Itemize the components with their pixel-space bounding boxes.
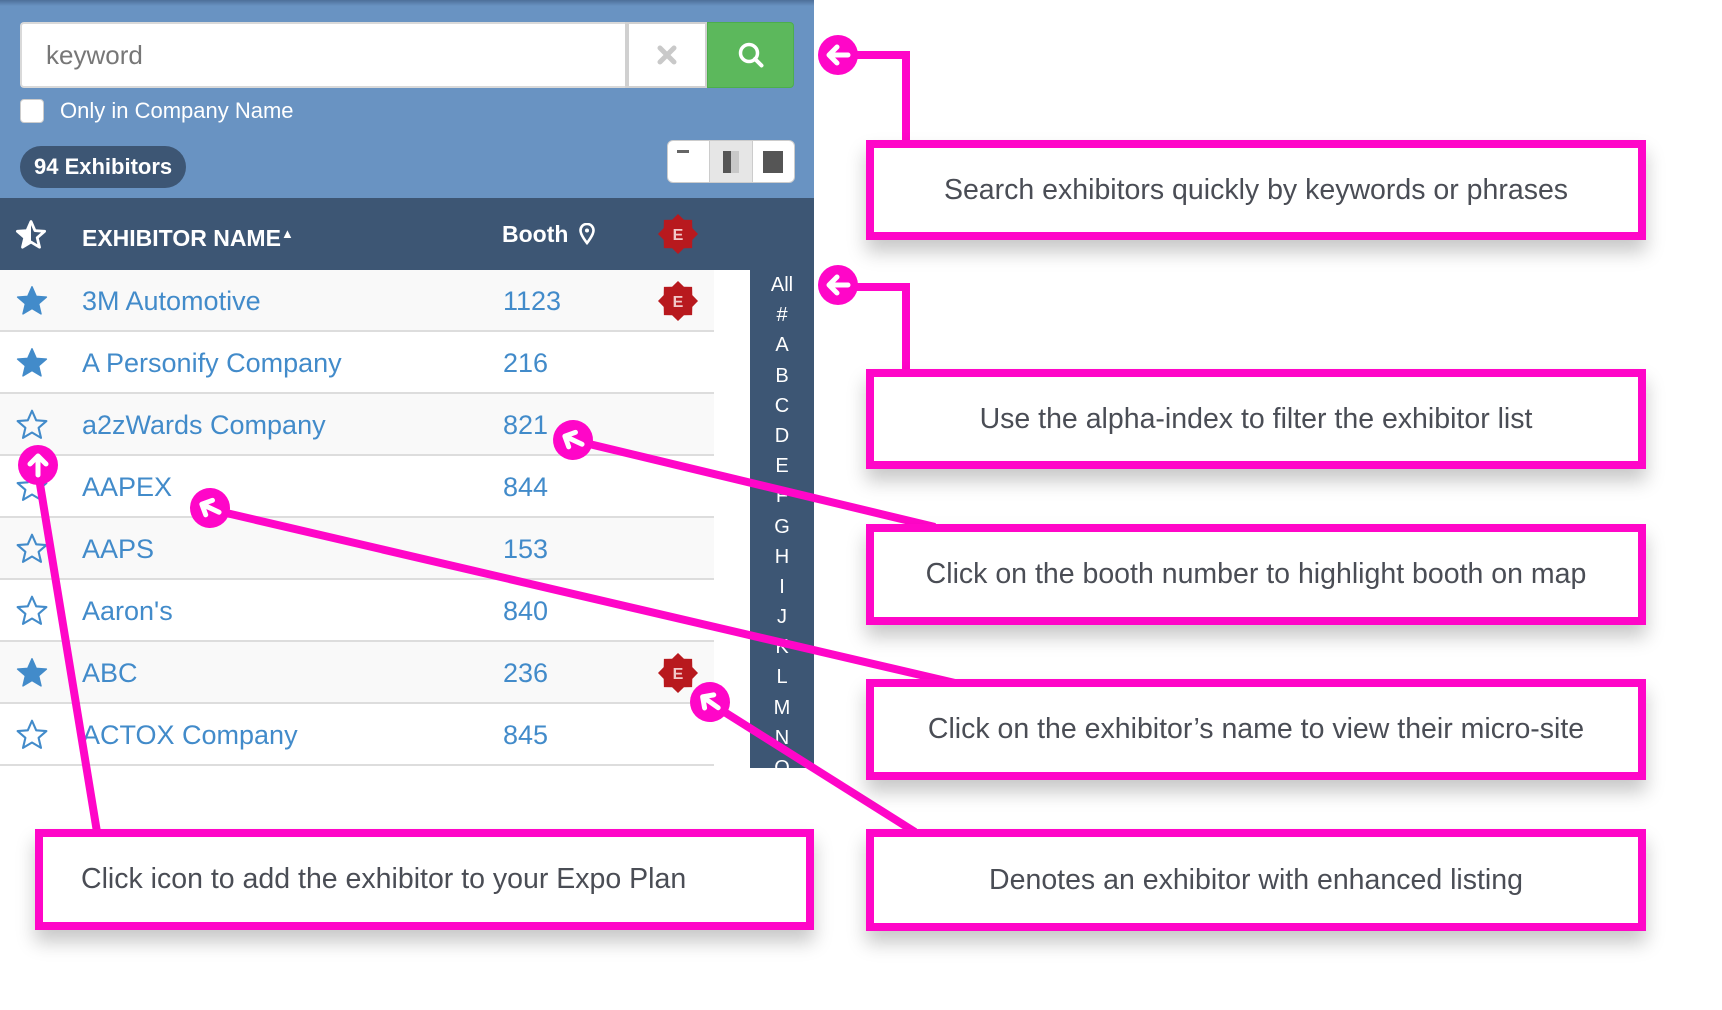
map-view-icon: [763, 150, 784, 173]
only-company-name-option[interactable]: Only in Company Name: [20, 98, 294, 124]
alpha-index-item[interactable]: #: [750, 300, 814, 330]
search-callout: Search exhibitors quickly by keywords or…: [866, 140, 1646, 240]
exhibitor-name-link[interactable]: AAPEX: [82, 456, 172, 518]
enhanced-listing-badge-icon: E: [658, 281, 698, 326]
booth-number-link[interactable]: 844: [503, 456, 548, 518]
exhibitor-row: a2zWards Company 821: [0, 394, 714, 456]
star-filled-icon[interactable]: [14, 655, 50, 696]
search-icon: [738, 42, 763, 68]
alpha-index-item[interactable]: E: [750, 451, 814, 481]
enhanced-callout: Denotes an exhibitor with enhanced listi…: [866, 829, 1646, 931]
alpha-index-item[interactable]: O: [750, 753, 814, 768]
alpha-index-item[interactable]: A: [750, 330, 814, 360]
star-outline-icon[interactable]: [14, 717, 50, 758]
star-outline-icon[interactable]: [14, 407, 50, 448]
alpha-index-item[interactable]: F: [750, 481, 814, 511]
exhibitor-row: ABC 236 E: [0, 642, 714, 704]
list-view-button[interactable]: [668, 141, 711, 182]
svg-text:E: E: [673, 227, 684, 244]
alpha-index-item[interactable]: All: [750, 270, 814, 300]
booth-number-link[interactable]: 236: [503, 642, 548, 704]
view-toggle: [667, 140, 795, 183]
star-filled-icon[interactable]: [14, 345, 50, 386]
alpha-index-item[interactable]: D: [750, 421, 814, 451]
booth-callout: Click on the booth number to highlight b…: [866, 524, 1646, 625]
only-company-name-checkbox[interactable]: [20, 99, 44, 123]
favorite-callout: Click icon to add the exhibitor to your …: [35, 829, 814, 930]
enhanced-listing-badge-icon: E: [658, 653, 698, 698]
alpha-index-item[interactable]: M: [750, 693, 814, 723]
booth-number-link[interactable]: 153: [503, 518, 548, 580]
booth-number-link[interactable]: 845: [503, 704, 548, 766]
sort-ascending-icon: ▲: [280, 226, 294, 241]
name-callout: Click on the exhibitor’s name to view th…: [866, 679, 1646, 780]
map-view-button[interactable]: [753, 141, 794, 182]
search-button[interactable]: [707, 22, 794, 88]
alpha-index-item[interactable]: K: [750, 632, 814, 662]
enhanced-listing-column-badge-icon: E: [658, 214, 698, 259]
svg-text:E: E: [673, 294, 684, 311]
exhibitor-name-link[interactable]: a2zWards Company: [82, 394, 326, 456]
booth-number-link[interactable]: 840: [503, 580, 548, 642]
close-icon: [657, 45, 677, 65]
alpha-index-item[interactable]: J: [750, 602, 814, 632]
star-outline-icon[interactable]: [14, 531, 50, 572]
booth-label: Booth: [502, 221, 569, 247]
list-view-icon: [676, 149, 689, 153]
exhibitor-name-link[interactable]: AAPS: [82, 518, 154, 580]
alpha-index-item[interactable]: L: [750, 662, 814, 692]
alpha-index-item[interactable]: C: [750, 391, 814, 421]
alpha-index-item[interactable]: N: [750, 723, 814, 753]
alpha-index-item[interactable]: H: [750, 542, 814, 572]
clear-search-button[interactable]: [625, 22, 707, 88]
favorite-column-star-icon[interactable]: [14, 218, 48, 257]
alpha-index-item[interactable]: B: [750, 361, 814, 391]
star-outline-icon[interactable]: [14, 469, 50, 510]
keyword-search-input[interactable]: [20, 22, 625, 88]
alpha-index: All # A B C D E F G H I J K L M N O: [750, 270, 814, 768]
exhibitor-row: AAPS 153: [0, 518, 714, 580]
alpha-index-item[interactable]: G: [750, 512, 814, 542]
exhibitor-row: 3M Automotive 1123 E: [0, 270, 714, 332]
exhibitor-row: ACTOX Company 845: [0, 704, 714, 766]
alpha-index-callout: Use the alpha-index to filter the exhibi…: [866, 369, 1646, 469]
exhibitor-count-badge: 94 Exhibitors: [20, 146, 187, 188]
exhibitor-name-link[interactable]: Aaron's: [82, 580, 173, 642]
exhibitor-name-link[interactable]: ACTOX Company: [82, 704, 298, 766]
search-arrow-marker: [818, 35, 858, 75]
booth-number-link[interactable]: 1123: [503, 270, 561, 332]
exhibitor-list: 3M Automotive 1123 E A Personify Company 216…: [0, 270, 714, 766]
only-company-name-label: Only in Company Name: [60, 98, 294, 123]
exhibitor-name-link[interactable]: ABC: [82, 642, 138, 704]
star-outline-icon[interactable]: [14, 593, 50, 634]
alpha-callout-connector: [852, 283, 910, 372]
search-callout-connector: [852, 51, 910, 142]
alpha-index-item[interactable]: I: [750, 572, 814, 602]
split-view-icon: [722, 150, 739, 173]
exhibitor-row: AAPEX 844: [0, 456, 714, 518]
exhibitor-row: A Personify Company 216: [0, 332, 714, 394]
map-pin-icon: [579, 222, 595, 246]
exhibitor-name-label: EXHIBITOR NAME: [82, 225, 281, 251]
svg-text:E: E: [673, 666, 684, 683]
booth-number-link[interactable]: 216: [503, 332, 548, 394]
star-filled-icon[interactable]: [14, 283, 50, 324]
exhibitor-row: Aaron's 840: [0, 580, 714, 642]
exhibitor-name-column-header[interactable]: EXHIBITOR NAME▲: [82, 198, 294, 274]
alpha-arrow-marker: [818, 265, 858, 305]
booth-column-header[interactable]: Booth: [502, 198, 595, 270]
booth-number-link[interactable]: 821: [503, 394, 548, 456]
split-view-button[interactable]: [710, 141, 753, 182]
exhibitor-name-link[interactable]: 3M Automotive: [82, 270, 261, 332]
exhibitor-name-link[interactable]: A Personify Company: [82, 332, 342, 394]
